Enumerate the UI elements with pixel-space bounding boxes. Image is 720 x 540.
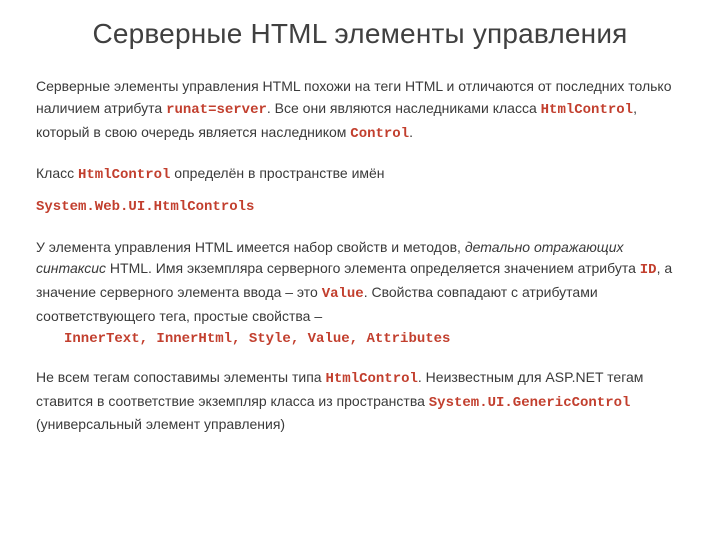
code-htmlcontrol-2: HtmlControl — [78, 167, 170, 183]
code-htmlcontrol-1: HtmlControl — [541, 102, 633, 118]
code-namespace: System.Web.UI.HtmlControls — [36, 199, 254, 215]
p4-c: HTML. Имя экземпляра серверного элемента… — [106, 260, 640, 276]
p1-c: . Все они являются наследниками класса — [267, 100, 541, 116]
paragraph-4: У элемента управления HTML имеется набор… — [36, 237, 684, 328]
property-list: InnerText, InnerHtml, Style, Value, Attr… — [36, 329, 684, 351]
p5-e: (универсальный элемент управления) — [36, 416, 285, 432]
code-id: ID — [640, 262, 657, 278]
paragraph-1: Серверные элементы управления HTML похож… — [36, 76, 684, 145]
p5-a: Не всем тегам сопоставимы элементы типа — [36, 369, 325, 385]
slide: Серверные HTML элементы управления Серве… — [0, 0, 720, 540]
paragraph-2: Класс HtmlControl определён в пространст… — [36, 163, 684, 187]
paragraph-3: System.Web.UI.HtmlControls — [36, 195, 684, 219]
p1-g: . — [409, 124, 413, 140]
slide-title: Серверные HTML элементы управления — [36, 18, 684, 50]
p2-a: Класс — [36, 165, 78, 181]
code-htmlcontrol-3: HtmlControl — [325, 371, 417, 387]
p4-a: У элемента управления HTML имеется набор… — [36, 239, 465, 255]
code-runat: runat=server — [166, 102, 267, 118]
p2-c: определён в пространстве имён — [170, 165, 384, 181]
code-genericcontrol: System.UI.GenericControl — [429, 395, 631, 411]
code-value: Value — [322, 286, 364, 302]
paragraph-5: Не всем тегам сопоставимы элементы типа … — [36, 367, 684, 436]
code-control: Control — [350, 126, 409, 142]
